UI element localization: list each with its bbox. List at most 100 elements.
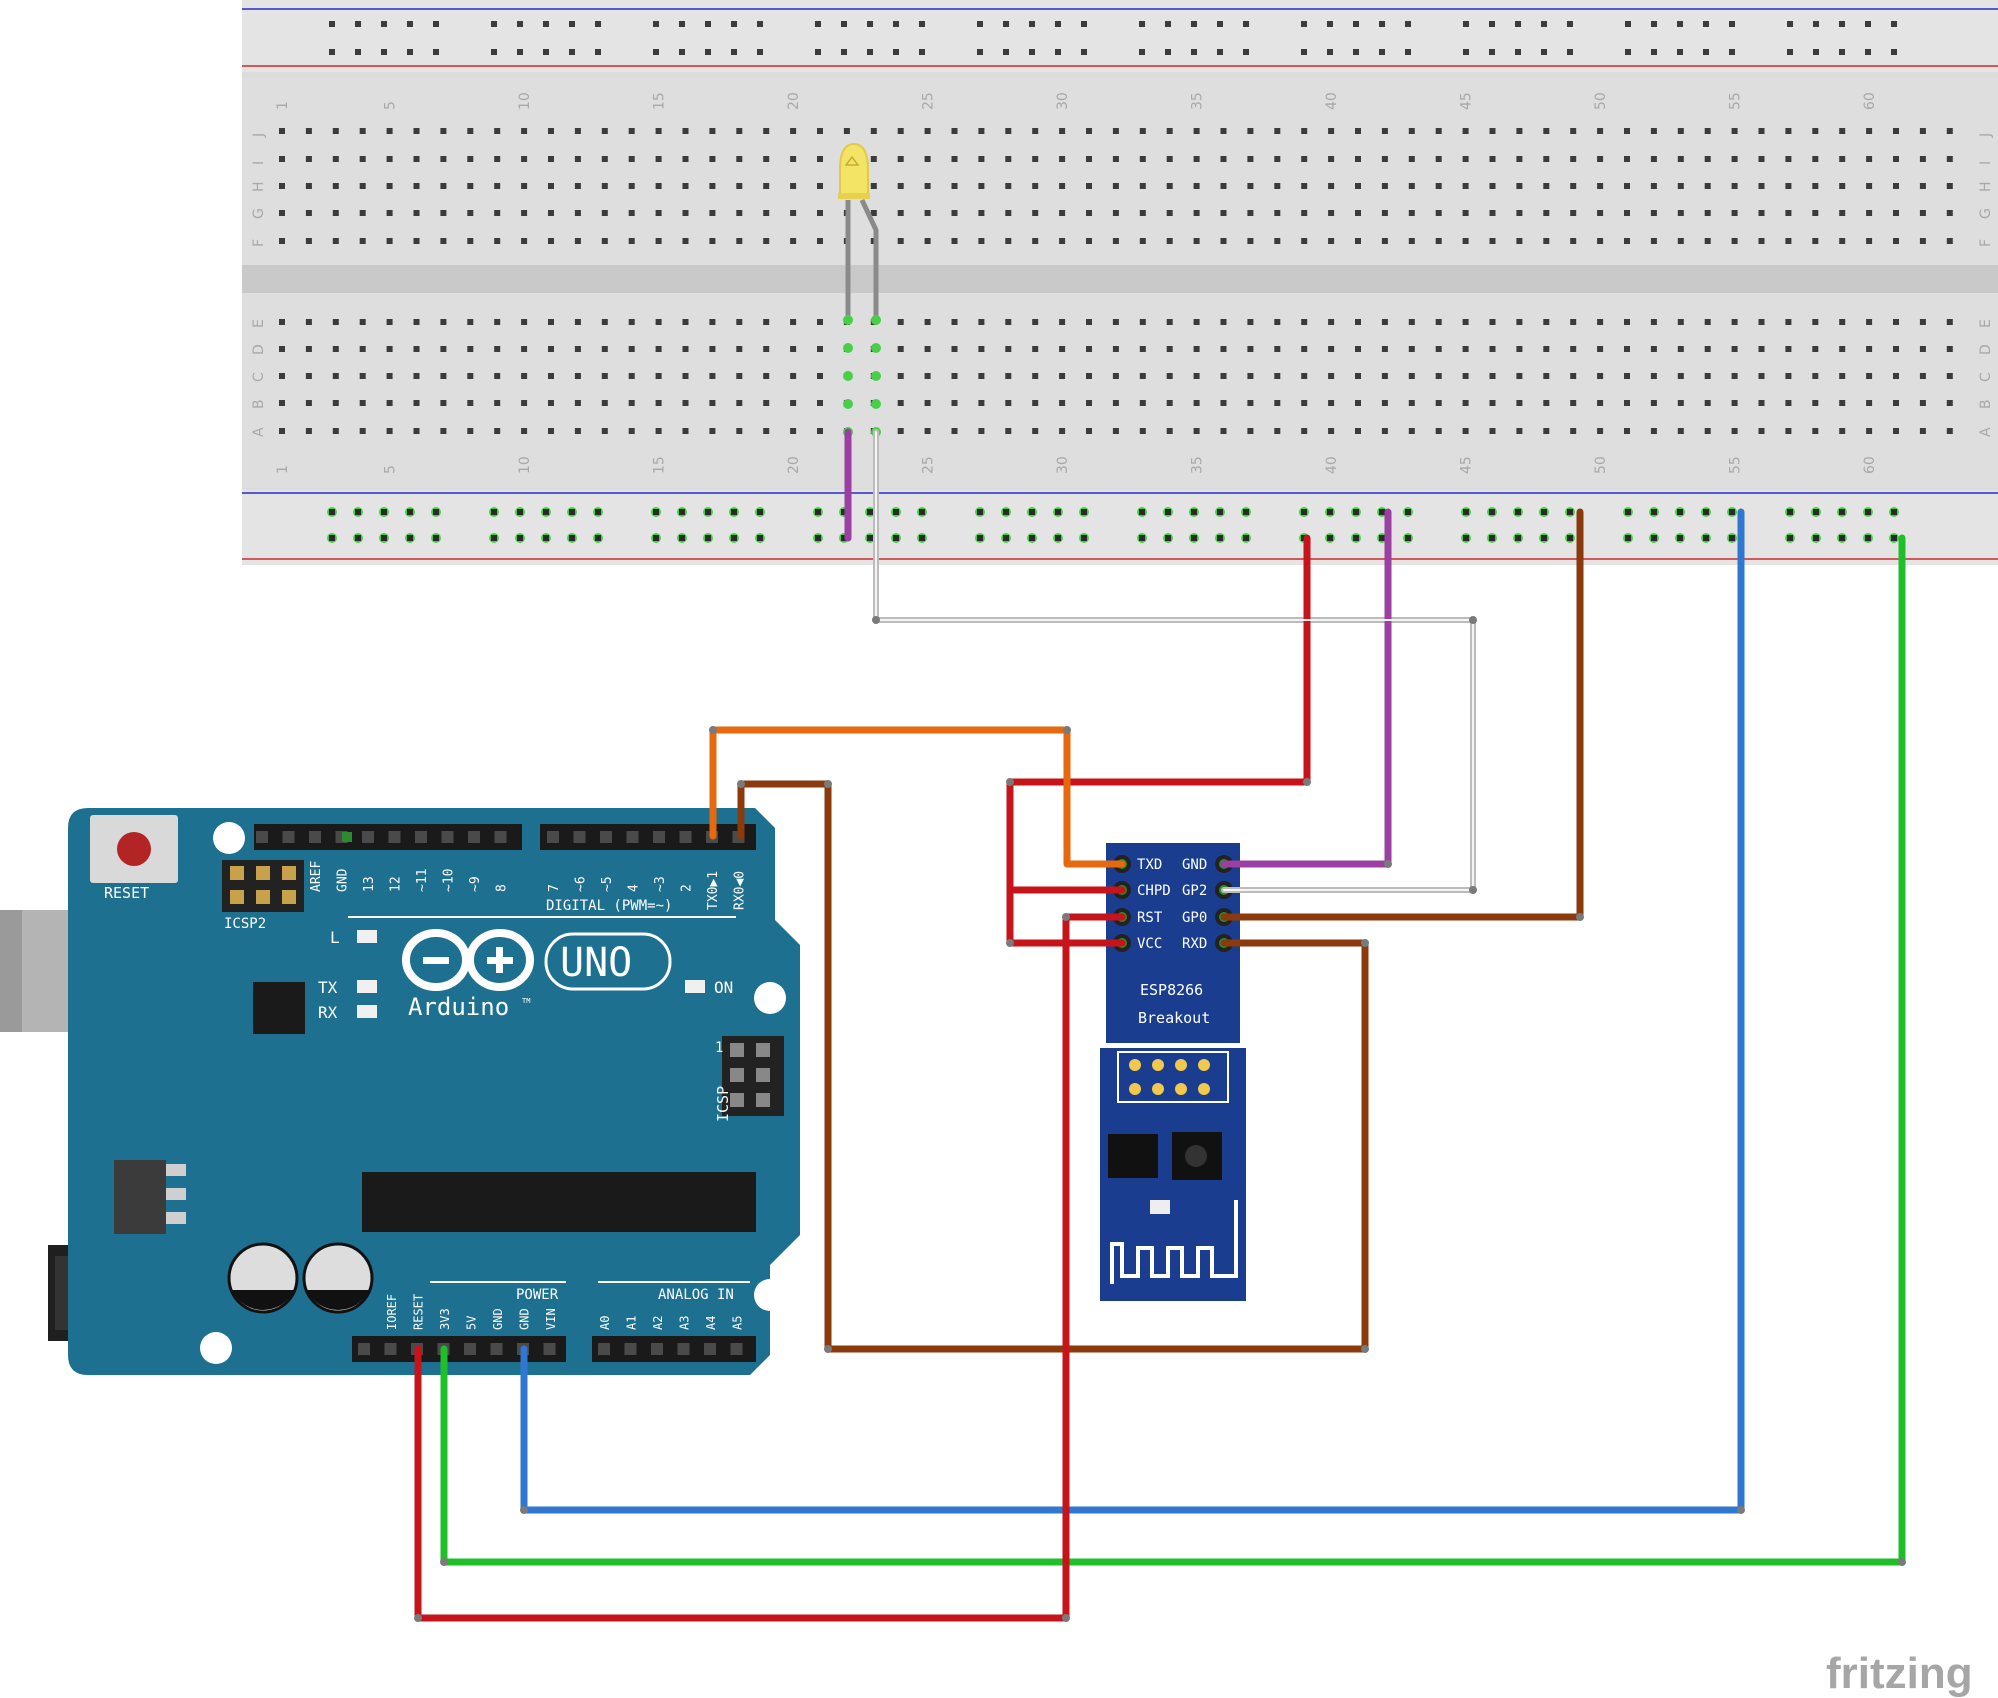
breadboard-hole [1919, 183, 1926, 189]
breadboard-hole [1381, 183, 1388, 189]
breadboard-hole [601, 156, 608, 162]
header-pin[interactable] [282, 831, 295, 843]
rail-hole [1787, 49, 1793, 55]
power-pin-label: IOREF [385, 1294, 399, 1330]
breadboard-hole [655, 346, 662, 352]
breadboard-hole [548, 156, 554, 162]
header-pin[interactable] [464, 1343, 476, 1355]
breadboard-hole [601, 319, 608, 325]
breadboard-hole [1193, 428, 1200, 434]
rail-hole [841, 49, 847, 55]
breadboard-hole [1408, 428, 1415, 434]
breadboard-hole [1059, 346, 1066, 352]
header-pin[interactable] [362, 831, 374, 843]
header-pin[interactable] [309, 831, 321, 843]
arduino-uno-board[interactable]: RESET ICSP2 AREF GND 13 12 ~11 ~10 ~9 8 7 ~6 ~5 4 ~3… [0, 808, 800, 1375]
header-pin[interactable] [651, 1343, 663, 1355]
breadboard-hole [1139, 128, 1146, 134]
header-pin[interactable] [494, 831, 507, 843]
esp8266-breakout[interactable]: ESP8266 Breakout TXD GND CHPD GP2 RST GP0 VCC R… [1100, 843, 1246, 1301]
rail-hole-center [1379, 509, 1385, 515]
header-pin[interactable] [358, 1343, 370, 1355]
digital-pin-label: ~6 [574, 876, 589, 892]
rail-hole-center [1405, 509, 1411, 515]
breadboard-hole [548, 238, 554, 244]
icsp2-pin [256, 866, 270, 880]
breadboard-hole [279, 319, 285, 325]
header-pin[interactable] [468, 831, 480, 843]
breadboard-hole [332, 156, 339, 162]
header-pin[interactable] [598, 1343, 610, 1355]
breadboard-hole [1543, 373, 1550, 379]
rail-hole [1489, 21, 1495, 27]
breadboard-hole [440, 128, 447, 134]
reset-button[interactable] [90, 815, 178, 883]
header-pin[interactable] [256, 831, 268, 843]
breadboard-hole [1086, 428, 1092, 434]
analog-pin-label: A5 [731, 1316, 745, 1330]
breadboard-hole [1193, 346, 1200, 352]
header-pin[interactable] [543, 1343, 556, 1355]
rail-hole [1029, 21, 1035, 27]
header-pin[interactable] [677, 1343, 690, 1355]
rail-hole [731, 49, 737, 55]
header-pin[interactable] [547, 831, 559, 843]
rail-hole [1217, 49, 1223, 55]
column-number: 40 [1324, 456, 1340, 474]
breadboard-hole [817, 128, 823, 134]
header-pin[interactable] [653, 831, 665, 843]
breadboard-hole [1489, 373, 1496, 379]
breadboard-hole [763, 319, 770, 325]
breadboard-hole [1462, 319, 1469, 325]
header-pin[interactable] [704, 1343, 716, 1355]
header-pin[interactable] [624, 1343, 637, 1355]
rail-hole [653, 49, 659, 55]
breadboard-hole [951, 183, 958, 189]
breadboard-hole [924, 238, 931, 244]
row-letter: H [1978, 181, 1994, 192]
header-pin[interactable] [490, 1343, 503, 1355]
header-pin[interactable] [415, 831, 427, 843]
breadboard-hole [1220, 238, 1227, 244]
header-pin[interactable] [441, 831, 454, 843]
header-pin[interactable] [730, 1343, 743, 1355]
breadboard-hole [279, 210, 285, 216]
digital-pin-label: 4 [627, 884, 642, 892]
row-letter: F [1978, 239, 1994, 247]
breadboard-hole [1355, 400, 1361, 406]
breadboard-hole [1650, 183, 1657, 189]
breadboard-hole [1893, 373, 1899, 379]
header-pin[interactable] [573, 831, 586, 843]
rail-hole [815, 49, 821, 55]
breadboard-hole [817, 210, 823, 216]
breadboard-hole [279, 428, 285, 434]
header-pin[interactable] [600, 831, 612, 843]
wire-brown-rxd[interactable] [737, 780, 1369, 1353]
breadboard-hole [682, 346, 689, 352]
breadboard-hole [1866, 210, 1873, 216]
rail-hole-center [1813, 509, 1819, 515]
power-header [352, 1336, 566, 1362]
wire-brown-gp0[interactable] [1220, 508, 1584, 921]
breadboard-hole [1059, 156, 1066, 162]
breadboard-hole [279, 183, 285, 189]
capacitor-1 [227, 1242, 299, 1314]
breadboard-hole [279, 128, 285, 134]
breadboard-hole [1462, 210, 1469, 216]
header-pin[interactable] [384, 1343, 397, 1355]
rail-hole-center [595, 535, 601, 541]
breadboard-hole [1032, 128, 1039, 134]
breadboard-hole [1032, 156, 1039, 162]
breadboard-hole [817, 156, 823, 162]
header-pin[interactable] [679, 831, 692, 843]
breadboard-hole [978, 128, 985, 134]
rail-hole [1055, 49, 1061, 55]
header-pin[interactable] [626, 831, 639, 843]
breadboard-hole [978, 238, 985, 244]
breadboard-hole [709, 156, 716, 162]
breadboard-hole [1516, 238, 1523, 244]
header-pin[interactable] [388, 831, 401, 843]
rail-hole [569, 21, 575, 27]
breadboard-hole [1489, 346, 1496, 352]
breadboard-hole [467, 238, 474, 244]
